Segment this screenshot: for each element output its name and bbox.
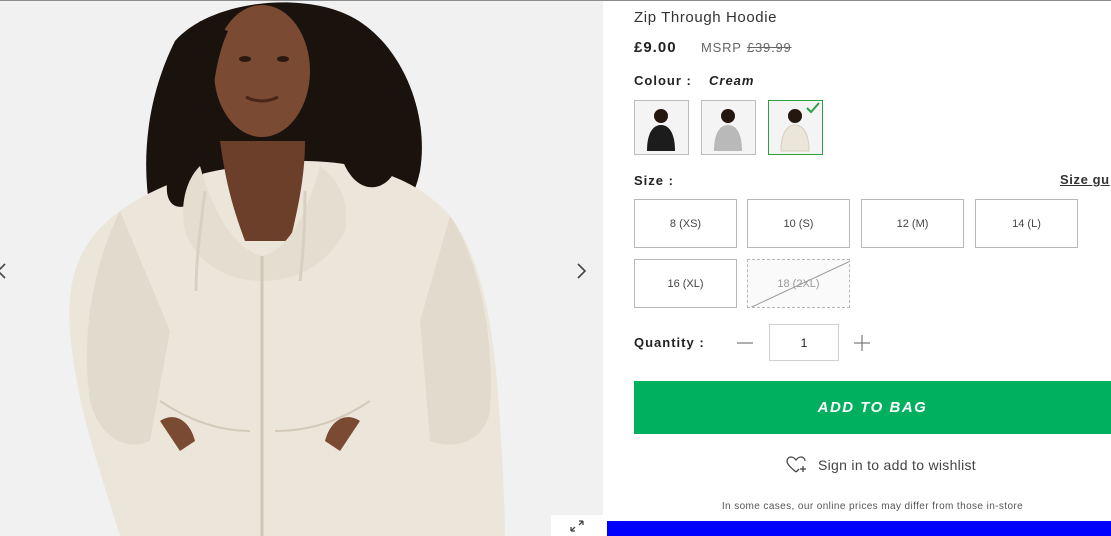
size-label: Size :	[634, 173, 674, 188]
colour-swatch-cream[interactable]	[768, 100, 823, 155]
size-option-8-xs[interactable]: 8 (XS)	[634, 199, 737, 248]
check-icon	[806, 102, 820, 114]
quantity-increase-button[interactable]	[852, 333, 872, 353]
chevron-left-icon	[0, 263, 6, 279]
size-option-14-l[interactable]: 14 (L)	[975, 199, 1078, 248]
size-option-16-xl[interactable]: 16 (XL)	[634, 259, 737, 308]
product-price: £9.00	[634, 39, 677, 56]
swatch-thumbnail	[702, 101, 755, 154]
msrp-label: MSRP	[701, 40, 742, 55]
chevron-right-icon	[577, 263, 587, 279]
price-disclaimer: In some cases, our online prices may dif…	[721, 501, 1024, 512]
quantity-decrease-button[interactable]	[735, 333, 755, 353]
product-title: Zip Through Hoodie	[634, 9, 778, 26]
msrp-price: £39.99	[747, 40, 792, 55]
heart-plus-icon	[786, 456, 806, 473]
size-guide-link[interactable]: Size gu	[1060, 172, 1110, 187]
colour-swatch-black[interactable]	[634, 100, 689, 155]
gallery-next-button[interactable]	[561, 245, 603, 297]
expand-icon	[570, 520, 584, 532]
plus-icon	[854, 335, 870, 351]
colour-swatch-grey[interactable]	[701, 100, 756, 155]
selected-colour-name: Cream	[709, 73, 755, 88]
colour-label: Colour :	[634, 73, 692, 88]
size-option-18-2xl-out-of-stock: 18 (2XL)	[747, 259, 850, 308]
swatch-thumbnail	[635, 101, 688, 154]
minus-icon	[737, 342, 753, 344]
quantity-label: Quantity :	[634, 335, 705, 350]
add-to-bag-button[interactable]: ADD TO BAG	[634, 381, 1111, 434]
product-photo	[0, 1, 603, 536]
footer-bar	[607, 521, 1111, 536]
gallery-prev-button[interactable]	[0, 245, 22, 297]
wishlist-label: Sign in to add to wishlist	[818, 457, 976, 473]
quantity-input[interactable]	[769, 324, 839, 361]
size-option-10-s[interactable]: 10 (S)	[747, 199, 850, 248]
product-image-gallery	[0, 1, 603, 536]
wishlist-link[interactable]: Sign in to add to wishlist	[786, 456, 976, 474]
size-option-12-m[interactable]: 12 (M)	[861, 199, 964, 248]
gallery-expand-button[interactable]	[551, 515, 603, 536]
